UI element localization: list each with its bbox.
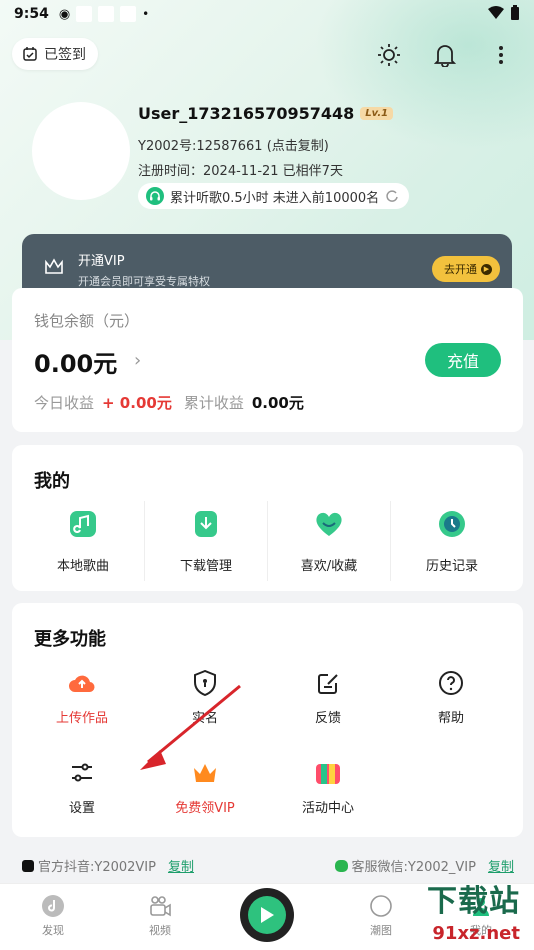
- play-icon: [248, 896, 286, 934]
- wallet-card: 钱包余额（元） 0.00元 › 充值 今日收益 + 0.00元 累计收益 0.0…: [12, 288, 523, 432]
- func-help[interactable]: 帮助: [391, 669, 511, 726]
- refresh-icon: [386, 190, 398, 202]
- mine-item-download[interactable]: 下载管理: [145, 501, 268, 581]
- func-upload[interactable]: 上传作品: [22, 669, 142, 726]
- more-dot-icon: •: [142, 7, 150, 21]
- copy-wechat-link[interactable]: 复制: [488, 856, 514, 875]
- username[interactable]: User_173216570957448 Lv.1: [138, 104, 394, 123]
- func-label: 反馈: [314, 711, 341, 726]
- status-time: 9:54: [14, 6, 49, 22]
- checkin-button[interactable]: 已签到: [12, 38, 98, 70]
- mine-item-label: 下载管理: [179, 559, 232, 574]
- mine-item-label: 喜欢/收藏: [300, 559, 358, 574]
- feedback-icon: [314, 669, 342, 697]
- func-label: 活动中心: [301, 801, 354, 816]
- weibo-icon: ◉: [58, 6, 71, 22]
- open-vip-label: 去开通: [444, 263, 477, 276]
- func-label: 免费领VIP: [175, 801, 235, 816]
- site-watermark: 下载站 91xz.net: [398, 878, 528, 948]
- today-earnings-value: + 0.00元: [102, 394, 172, 412]
- mine-grid: 本地歌曲 下载管理 喜欢/收藏 历史记录: [22, 501, 513, 581]
- calendar-check-icon: [23, 47, 37, 61]
- settings-sliders-icon: [68, 759, 96, 787]
- func-feedback[interactable]: 反馈: [268, 669, 388, 726]
- vip-title: 开通VIP: [78, 254, 125, 269]
- level-badge: Lv.1: [360, 107, 394, 120]
- username-text: User_173216570957448: [138, 104, 355, 123]
- more-functions-section: 更多功能 上传作品 实名 反馈 帮助 设置 免费领VIP 活动中心: [12, 603, 523, 837]
- download-icon: [195, 511, 217, 537]
- crown-outline-icon: [45, 258, 63, 274]
- history-icon: [439, 511, 465, 537]
- wallet-amount[interactable]: 0.00元: [34, 344, 117, 379]
- mine-title: 我的: [34, 471, 70, 492]
- recharge-button[interactable]: 充值: [425, 343, 501, 377]
- listen-stats-badge[interactable]: 累计听歌0.5小时 未进入前10000名: [138, 183, 410, 209]
- chevron-right-icon[interactable]: ›: [134, 350, 141, 371]
- douyin-contact: 官方抖音:Y2002VIP 复制: [22, 856, 194, 875]
- wifi-icon: [488, 6, 504, 19]
- notification-placeholder-icon: [120, 6, 137, 22]
- mine-item-history[interactable]: 历史记录: [391, 501, 513, 581]
- play-button[interactable]: [240, 888, 294, 942]
- vip-subtitle: 开通会员即可享受专属特权: [78, 275, 210, 288]
- douyin-icon: [22, 859, 34, 872]
- tab-label: 潮图: [370, 924, 392, 937]
- battery-icon: [511, 5, 519, 20]
- notification-placeholder-icon: [76, 6, 93, 22]
- tab-label: 发现: [42, 924, 64, 937]
- trend-icon: [370, 895, 392, 917]
- watermark-line2: 91xz.net: [432, 923, 520, 944]
- more-title: 更多功能: [34, 629, 106, 650]
- notification-bell-icon[interactable]: [428, 38, 462, 72]
- discover-icon: [42, 895, 64, 917]
- tab-discover[interactable]: 发现: [13, 894, 93, 938]
- user-id-line[interactable]: Y2002号:12587661 (点击复制): [138, 135, 329, 154]
- tab-label: 视频: [149, 924, 171, 937]
- video-icon: [150, 896, 171, 917]
- douyin-text: 官方抖音:Y2002VIP: [38, 860, 156, 875]
- tab-video[interactable]: 视频: [120, 894, 200, 938]
- wechat-text: 客服微信:Y2002_VIP: [351, 860, 476, 875]
- watermark-line1: 下载站: [427, 884, 520, 919]
- today-earnings-label: 今日收益: [34, 394, 95, 412]
- wallet-label: 钱包余额（元）: [34, 312, 140, 330]
- annotation-arrow-icon: [140, 684, 241, 770]
- help-icon: [437, 669, 465, 697]
- wechat-contact: 客服微信:Y2002_VIP 复制: [334, 856, 514, 875]
- notification-placeholder-icon: [98, 6, 115, 22]
- total-earnings-value: 0.00元: [251, 394, 304, 412]
- copy-douyin-link[interactable]: 复制: [168, 856, 194, 875]
- local-music-icon: [70, 511, 96, 537]
- theme-sun-icon[interactable]: [372, 38, 406, 72]
- total-earnings-label: 累计收益: [183, 394, 244, 412]
- func-label: 帮助: [437, 711, 464, 726]
- mine-item-favorites[interactable]: 喜欢/收藏: [268, 501, 391, 581]
- contacts-row: 官方抖音:Y2002VIP 复制 客服微信:Y2002_VIP 复制: [22, 856, 514, 875]
- more-menu-icon[interactable]: [484, 38, 518, 72]
- wechat-icon: [334, 859, 348, 872]
- func-activity-center[interactable]: 活动中心: [268, 759, 388, 816]
- earnings-row: 今日收益 + 0.00元 累计收益 0.00元: [34, 392, 304, 413]
- checkin-label: 已签到: [44, 47, 86, 63]
- register-line: 注册时间：2024-11-21 已相伴7天: [138, 164, 343, 179]
- heart-icon: [316, 512, 342, 536]
- top-actions: [372, 38, 518, 72]
- func-settings[interactable]: 设置: [22, 759, 142, 816]
- mine-item-local-music[interactable]: 本地歌曲: [22, 501, 145, 581]
- open-vip-button[interactable]: 去开通 ▶: [432, 256, 500, 282]
- mine-section: 我的 本地歌曲 下载管理 喜欢/收藏 历史记录: [12, 445, 523, 591]
- func-label: 上传作品: [55, 711, 108, 726]
- upload-cloud-icon: [68, 669, 96, 697]
- status-bar: 9:54 ◉ •: [0, 0, 534, 28]
- gift-icon: [314, 759, 342, 787]
- func-label: 设置: [68, 801, 95, 816]
- mine-item-label: 历史记录: [425, 559, 478, 574]
- headphones-icon: [146, 187, 164, 205]
- avatar[interactable]: [32, 102, 130, 200]
- listen-stats-text: 累计听歌0.5小时 未进入前10000名: [170, 190, 380, 206]
- arrow-right-circle-icon: ▶: [481, 263, 492, 275]
- mine-item-label: 本地歌曲: [56, 559, 109, 574]
